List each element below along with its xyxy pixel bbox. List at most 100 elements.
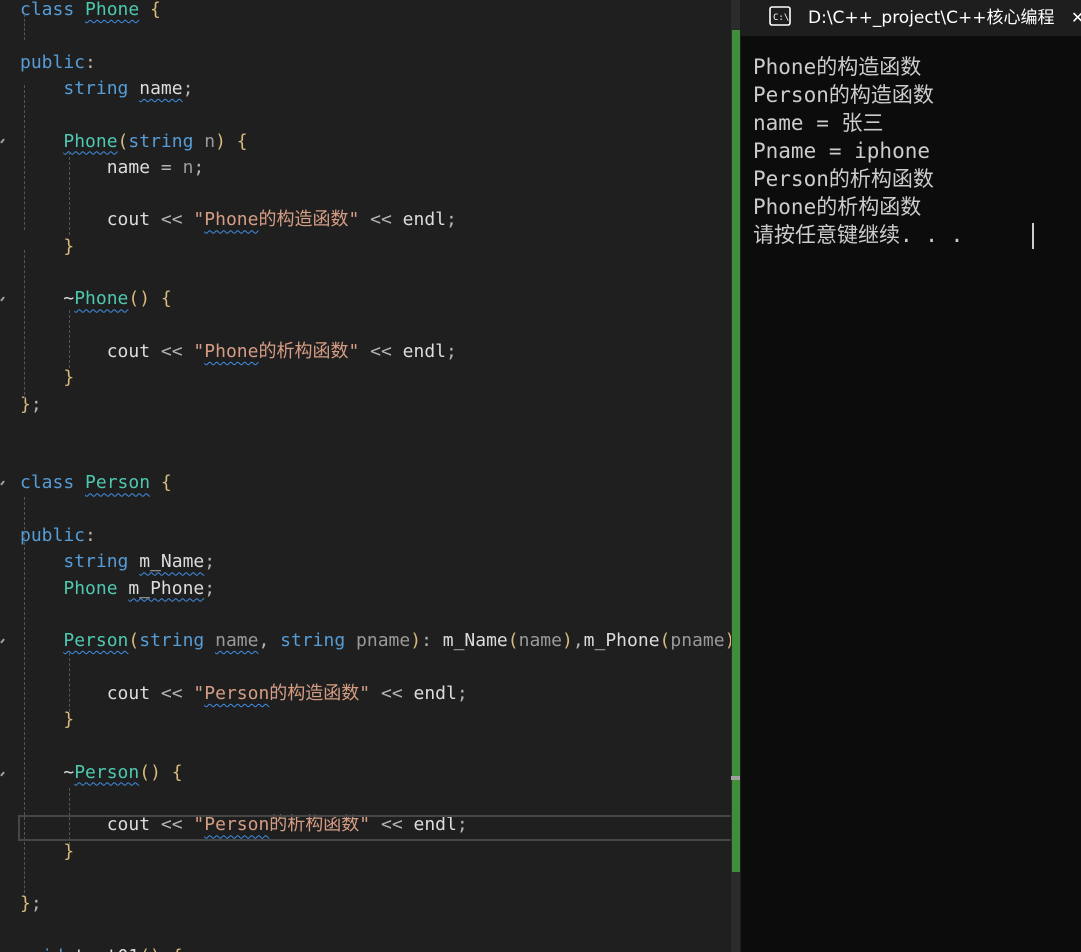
code-token: }	[20, 893, 31, 915]
console-app-icon: C:\	[769, 6, 791, 26]
code-token: (	[117, 130, 129, 152]
code-line[interactable]: Person(string name, string pname): m_Nam…	[20, 628, 731, 654]
code-token: cout	[106, 682, 151, 704]
code-token: Phone	[63, 577, 118, 599]
code-token: n	[204, 130, 216, 152]
code-token: name	[139, 77, 183, 99]
code-token: pname	[670, 630, 725, 652]
code-line[interactable]: }	[20, 839, 74, 865]
code-token: name	[215, 630, 259, 652]
code-token: {	[161, 946, 183, 952]
code-token: ;	[204, 551, 216, 573]
code-token: 的构造函数"	[269, 682, 371, 704]
code-token: <<	[150, 682, 194, 704]
code-token: Person	[74, 761, 140, 783]
code-line[interactable]: void test01() {	[20, 944, 183, 952]
console-output-line: Person的析构函数	[753, 167, 934, 191]
code-line[interactable]: };	[20, 891, 42, 917]
code-token: m_Name	[139, 551, 205, 573]
code-token: )	[215, 130, 226, 152]
code-token: test01	[74, 946, 139, 952]
scrollbar-change-marker	[732, 30, 740, 872]
code-token: public	[20, 51, 86, 73]
code-line[interactable]: cout << "Person的构造函数" << endl;	[20, 681, 468, 707]
code-token: :	[85, 525, 96, 546]
code-line[interactable]: cout << "Phone的构造函数" << endl;	[20, 207, 457, 233]
code-token: cout	[106, 209, 151, 231]
fold-marker-icon[interactable]	[0, 138, 5, 144]
code-editor[interactable]: class Phone {public: string name; Phone(…	[0, 0, 731, 952]
code-line[interactable]: string m_Name;	[20, 549, 215, 575]
code-token: Person	[85, 472, 151, 494]
code-token: <<	[150, 340, 194, 362]
code-token: ;	[456, 682, 468, 704]
indent-guide	[69, 152, 70, 235]
code-token: public	[20, 525, 86, 546]
code-line[interactable]: }	[20, 365, 74, 391]
code-token: {	[171, 761, 183, 783]
code-token: void	[20, 946, 74, 952]
code-token: :	[421, 630, 443, 652]
code-token: }	[63, 235, 75, 257]
code-line[interactable]: class Person {	[20, 470, 172, 496]
code-token: Phone	[85, 0, 140, 20]
code-token: "	[193, 340, 205, 362]
console-window[interactable]: C:\ D:\C++_project\C++核心编程 ✕ Phone的构造函数 P…	[741, 0, 1081, 952]
code-token: <<	[150, 209, 194, 231]
console-output-line: Pname = iphone	[753, 139, 931, 163]
code-token: string	[128, 130, 194, 152]
code-line[interactable]: public:	[20, 50, 96, 76]
code-token: Phone	[63, 130, 118, 152]
code-token: pname	[356, 630, 411, 652]
code-line[interactable]: ~Phone() {	[20, 286, 171, 312]
code-token: {	[150, 472, 172, 494]
code-token: n	[182, 156, 194, 178]
code-line[interactable]: public:	[20, 523, 96, 549]
fold-marker-icon[interactable]	[0, 771, 5, 777]
code-line[interactable]: string name;	[20, 76, 193, 102]
close-icon[interactable]: ✕	[1071, 4, 1081, 32]
console-output-line: Phone的析构函数	[753, 195, 922, 219]
code-token: (	[659, 630, 671, 652]
console-title-bar[interactable]: C:\ D:\C++_project\C++核心编程 ✕	[741, 0, 1081, 36]
code-token: )	[410, 630, 422, 652]
code-token: "	[193, 209, 205, 231]
code-line[interactable]: name = n;	[20, 155, 205, 181]
code-line[interactable]: ~Person() {	[20, 760, 183, 786]
indent-guide	[69, 310, 70, 368]
indent-guide	[24, 120, 25, 230]
code-token: Phone	[204, 209, 259, 231]
code-token: ()	[139, 761, 161, 783]
fold-marker-icon[interactable]	[0, 480, 5, 486]
code-line[interactable]: class Phone {	[20, 0, 161, 23]
code-line[interactable]: Phone m_Phone;	[20, 576, 215, 602]
fold-marker-icon[interactable]	[0, 296, 5, 302]
code-token: endl	[413, 682, 457, 704]
fold-marker-icon[interactable]	[0, 638, 5, 644]
code-line[interactable]: Phone(string n) {	[20, 129, 248, 155]
code-token: class	[20, 0, 86, 20]
code-line[interactable]: }	[20, 707, 74, 733]
code-line[interactable]: cout << "Phone的析构函数" << endl;	[20, 339, 457, 365]
code-token: ~	[63, 761, 75, 783]
code-token: ;	[204, 577, 216, 599]
svg-text:C:\: C:\	[773, 13, 789, 23]
code-token: {	[236, 130, 248, 152]
code-token: <<	[370, 682, 414, 704]
code-line[interactable]: }	[20, 234, 74, 260]
code-token: cout	[106, 340, 151, 362]
indent-guide	[69, 653, 70, 712]
current-line-highlight	[18, 815, 731, 841]
code-token: m_Phone	[128, 577, 205, 599]
